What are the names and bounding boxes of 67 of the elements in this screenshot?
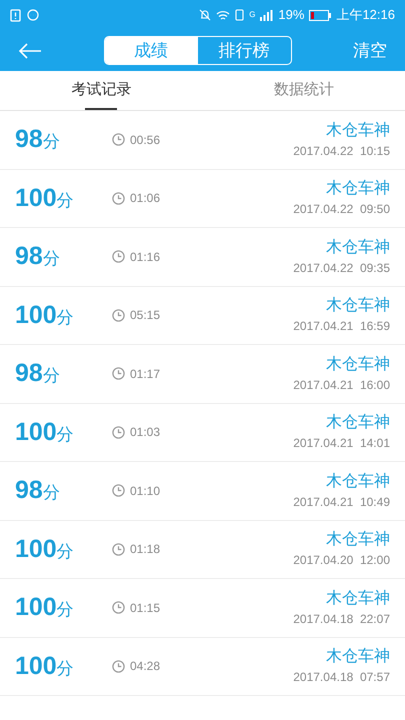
user-name: 木仓车神: [326, 646, 390, 668]
user-name: 木仓车神: [326, 530, 390, 550]
record-date: 2017.04.21 14:01: [293, 435, 390, 452]
score: 100分: [15, 420, 75, 445]
duration: 01:16: [130, 248, 160, 266]
clock-icon: [112, 542, 125, 556]
battery-percent: 19%: [278, 6, 304, 24]
tab-indicator: [85, 108, 118, 110]
record-date: 2017.04.18 22:07: [293, 610, 390, 628]
score: 100分: [15, 654, 75, 679]
clock-icon: [112, 367, 125, 380]
clock-time: 上午12:16: [336, 6, 395, 24]
score: 98分: [15, 361, 61, 386]
clock-icon: [112, 660, 125, 673]
record-date: 2017.04.22 09:50: [293, 201, 390, 218]
user-name: 木仓车神: [326, 472, 390, 492]
user-name: 木仓车神: [326, 178, 390, 200]
score: 100分: [15, 536, 75, 562]
signal-icon: [260, 10, 274, 20]
user-name: 木仓车神: [326, 238, 390, 258]
record-date: 2017.04.21 16:59: [293, 318, 390, 336]
user-name: 木仓车神: [326, 296, 390, 316]
score: 100分: [15, 302, 75, 328]
duration: 01:18: [130, 541, 160, 558]
score: 98分: [15, 127, 61, 152]
user-name: 木仓车神: [326, 588, 390, 609]
clock-icon: [112, 133, 125, 146]
tab[interactable]: 考试记录: [0, 71, 202, 110]
duration: 00:56: [130, 132, 160, 149]
clock-icon: [112, 484, 125, 498]
record-date: 2017.04.22 10:15: [293, 142, 390, 160]
record-date: 2017.04.21 16:00: [293, 376, 390, 394]
duration: 04:28: [130, 658, 160, 676]
user-name: 木仓车神: [326, 412, 390, 434]
user-name: 木仓车神: [326, 354, 390, 375]
user-name: 木仓车神: [326, 120, 390, 141]
duration: 01:15: [130, 600, 160, 617]
tab[interactable]: 数据统计: [202, 71, 405, 110]
clock-icon: [112, 250, 125, 264]
battery-alert-icon: [10, 8, 21, 22]
clock-icon: [112, 601, 125, 614]
duration: 01:06: [130, 190, 160, 208]
message-icon: [27, 9, 39, 21]
score: 98分: [15, 478, 61, 504]
duration: 01:17: [130, 366, 160, 383]
duration: 05:15: [130, 307, 160, 324]
back-arrow-icon[interactable]: [18, 42, 42, 58]
mute-icon: [199, 9, 212, 21]
record-date: 2017.04.20 12:00: [293, 552, 390, 570]
sim-icon: [235, 9, 244, 21]
clear-button[interactable]: 清空: [353, 38, 387, 64]
clock-icon: [112, 426, 125, 439]
duration: 01:03: [130, 424, 160, 442]
network-type: G: [249, 9, 256, 21]
score: 98分: [15, 244, 61, 270]
battery-icon: [309, 10, 332, 20]
score: 100分: [15, 595, 75, 620]
score: 100分: [15, 186, 75, 211]
wifi-icon: [216, 10, 230, 20]
clock-icon: [112, 192, 125, 205]
duration: 01:10: [130, 482, 160, 500]
record-date: 2017.04.22 09:35: [293, 260, 390, 277]
record-date: 2017.04.21 10:49: [293, 494, 390, 511]
record-date: 2017.04.18 07:57: [293, 669, 390, 686]
segment-tab[interactable]: 排行榜: [198, 37, 290, 64]
segment-tab[interactable]: 成绩: [104, 37, 198, 64]
clock-icon: [112, 308, 125, 322]
